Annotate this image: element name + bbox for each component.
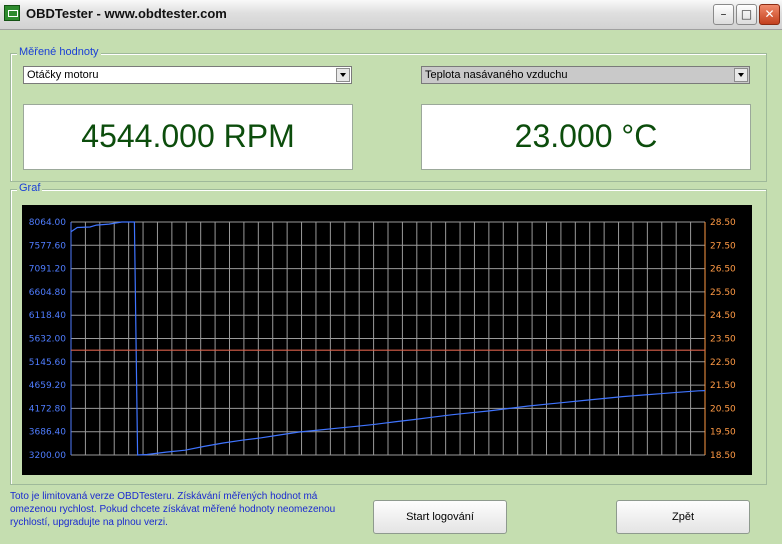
window-title: OBDTester - www.obdtester.com [26, 6, 227, 21]
graph-label: Graf [17, 182, 43, 194]
minimize-icon: – [720, 7, 727, 21]
left-value-display: 4544.000 RPM [23, 104, 353, 170]
right-parameter-value: Teplota nasávaného vzduchu [425, 69, 568, 81]
left-axis-tick-label: 3686.40 [29, 428, 66, 438]
left-axis-tick-label: 4172.80 [29, 404, 66, 414]
minimize-button[interactable]: – [713, 4, 734, 25]
right-axis-tick-label: 28.50 [710, 218, 736, 228]
right-axis-tick-label: 23.50 [710, 335, 736, 345]
close-icon: ✕ [764, 7, 775, 21]
left-axis-tick-label: 6118.40 [29, 311, 66, 321]
right-value-display: 23.000 °C [421, 104, 751, 170]
maximize-icon: □ [740, 7, 753, 21]
left-parameter-select[interactable]: Otáčky motoru [23, 66, 352, 84]
chart-svg: 8064.00 7577.60 7091.20 6604.80 6118.40 5632.… [29, 218, 736, 461]
left-axis-tick-label: 5632.00 [29, 335, 66, 345]
left-axis-tick-label: 7577.60 [29, 241, 66, 251]
right-parameter-select[interactable]: Teplota nasávaného vzduchu [421, 66, 750, 84]
back-button[interactable]: Zpět [616, 500, 750, 534]
measured-values-label: Měřené hodnoty [17, 46, 101, 58]
right-axis-tick-label: 27.50 [710, 241, 736, 251]
left-axis-tick-label: 8064.00 [29, 218, 66, 228]
maximize-button[interactable]: □ [736, 4, 757, 25]
close-button[interactable]: ✕ [759, 4, 780, 25]
chevron-down-icon[interactable] [734, 68, 748, 82]
right-axis-tick-label: 24.50 [710, 311, 736, 321]
left-axis-tick-label: 6604.80 [29, 288, 66, 298]
chevron-down-icon[interactable] [336, 68, 350, 82]
right-axis-tick-label: 19.50 [710, 428, 736, 438]
limited-version-notice: Toto je limitovaná verze OBDTesteru. Zís… [10, 491, 336, 528]
right-axis-tick-label: 20.50 [710, 404, 736, 414]
left-axis-tick-label: 3200.00 [29, 451, 66, 461]
left-parameter-value: Otáčky motoru [27, 69, 99, 81]
left-axis-tick-label: 5145.60 [29, 358, 66, 368]
title-bar: OBDTester - www.obdtester.com – □ ✕ [0, 0, 782, 30]
right-axis-tick-label: 18.50 [710, 451, 736, 461]
right-axis-tick-label: 25.50 [710, 288, 736, 298]
app-icon [4, 5, 20, 21]
left-axis-tick-label: 4659.20 [29, 381, 66, 391]
right-axis-tick-label: 22.50 [710, 358, 736, 368]
start-logging-button[interactable]: Start logování [373, 500, 507, 534]
right-axis-tick-label: 26.50 [710, 265, 736, 275]
right-axis-tick-label: 21.50 [710, 381, 736, 391]
left-axis-tick-label: 7091.20 [29, 265, 66, 275]
chart-area: 8064.00 7577.60 7091.20 6604.80 6118.40 5632.… [22, 205, 752, 475]
